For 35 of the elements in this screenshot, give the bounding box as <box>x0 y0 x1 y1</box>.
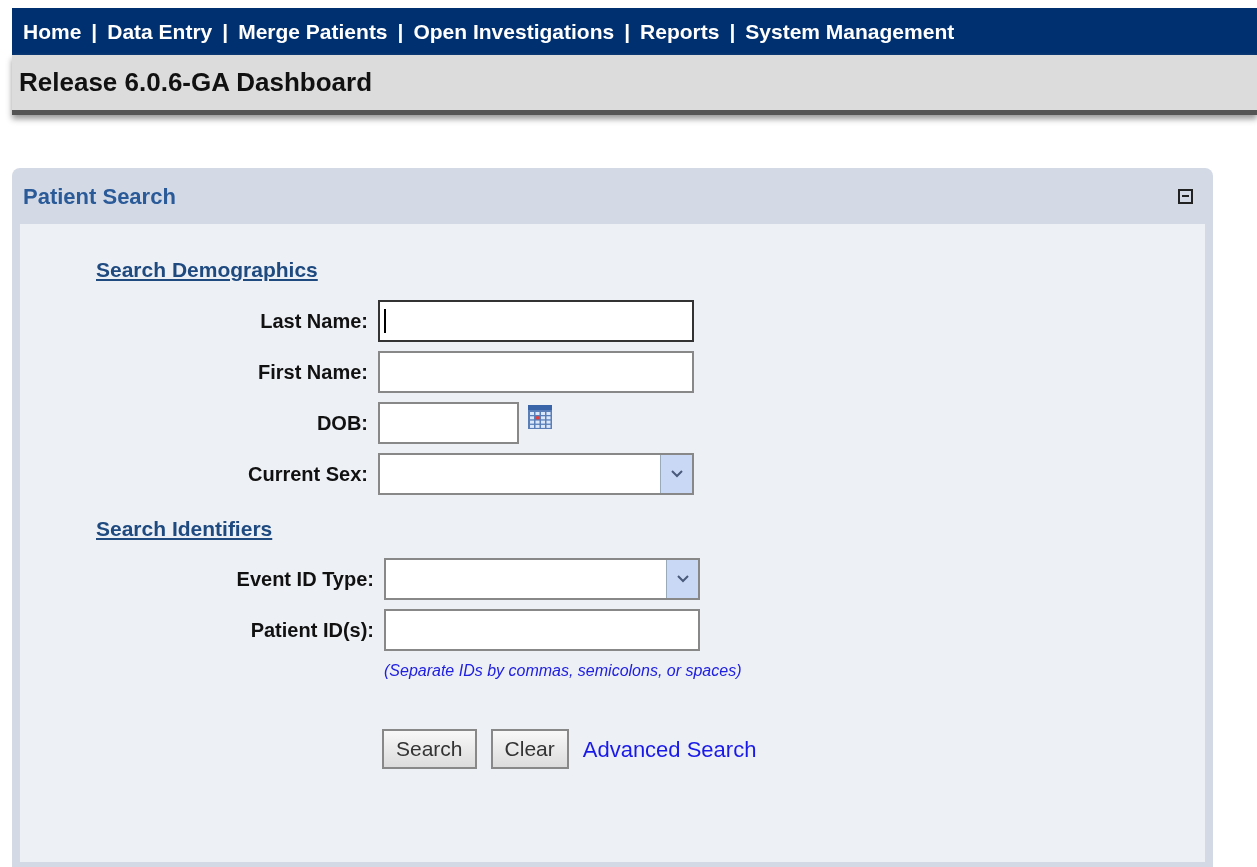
dropdown-field[interactable] <box>378 452 694 495</box>
panel-title: Patient Search <box>23 182 176 211</box>
nav-link[interactable]: Open Investigations <box>413 15 615 48</box>
input-field[interactable] <box>378 350 694 393</box>
nav-separator: | <box>91 18 98 45</box>
dropdown-field[interactable] <box>384 558 700 600</box>
nav-link[interactable]: Merge Patients <box>238 15 388 48</box>
nav-separator: | <box>624 18 631 45</box>
form-button[interactable]: Clear <box>490 729 569 769</box>
field-label: DOB: <box>315 410 369 436</box>
nav-link[interactable]: Reports <box>640 15 720 48</box>
hint-text: (Separate IDs by commas, semicolons, or spaces) <box>384 661 743 681</box>
advanced-search-link[interactable]: Advanced Search <box>582 732 757 766</box>
nav-separator: | <box>729 18 736 45</box>
nav-link[interactable]: System Management <box>745 15 955 48</box>
field-label: Last Name: <box>259 308 369 334</box>
collapse-button[interactable] <box>1178 188 1193 204</box>
field-label: Patient ID(s): <box>249 618 375 643</box>
field-label: Current Sex: <box>246 461 369 487</box>
nav-separator: | <box>397 18 404 45</box>
form-button[interactable]: Search <box>382 729 477 769</box>
input-field[interactable] <box>384 609 700 651</box>
section-heading[interactable]: Search Demographics <box>96 258 318 281</box>
section-heading[interactable]: Search Identifiers <box>96 516 273 540</box>
calendar-icon[interactable] <box>527 403 553 430</box>
nav-link[interactable]: Data Entry <box>107 15 213 48</box>
date-field[interactable] <box>378 401 519 444</box>
nav-link[interactable]: Home <box>23 15 82 48</box>
field-label: First Name: <box>256 359 369 385</box>
nav-separator: | <box>222 18 229 45</box>
chevron-down-icon <box>670 469 683 478</box>
field-label: Event ID Type: <box>235 567 375 592</box>
input-field[interactable] <box>378 299 694 342</box>
chevron-down-icon <box>676 575 689 583</box>
page-title: Release 6.0.6-GA Dashboard <box>19 66 373 99</box>
